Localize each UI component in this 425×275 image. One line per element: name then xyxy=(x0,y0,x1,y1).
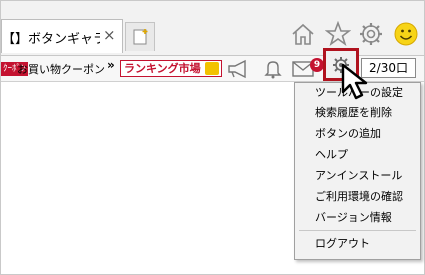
bell-icon[interactable] xyxy=(264,59,282,79)
mouse-cursor-icon xyxy=(341,63,368,100)
menu-item-uninstall[interactable]: アンインストール xyxy=(295,166,420,186)
ranking-label: ランキング市場 xyxy=(124,62,201,75)
smiley-icon[interactable] xyxy=(393,21,419,47)
ranking-button[interactable]: ランキング市場 xyxy=(120,60,222,77)
menu-item-logout[interactable]: ログアウト xyxy=(295,234,420,254)
menu-item-add-button[interactable]: ボタンの追加 xyxy=(295,124,420,144)
tab-title: 【】ボタンギャラリー xyxy=(2,32,100,47)
mail-count-badge: 9 xyxy=(310,58,324,72)
menu-separator xyxy=(299,230,416,231)
browser-tab[interactable]: 【】ボタンギャラリー × xyxy=(1,19,123,53)
star-icon[interactable] xyxy=(325,21,351,47)
tab-strip: 【】ボタンギャラリー × xyxy=(1,1,424,56)
megaphone-icon[interactable] xyxy=(227,59,249,79)
tab-close-icon[interactable]: × xyxy=(103,26,116,44)
menu-item-help[interactable]: ヘルプ xyxy=(295,145,420,165)
menu-item-clear-search-history[interactable]: 検索履歴を削除 xyxy=(295,103,420,123)
new-tab-button[interactable] xyxy=(125,22,155,51)
new-tab-icon xyxy=(133,29,148,45)
settings-dropdown-menu: ツールバーの設定 検索履歴を削除 ボタンの追加 ヘルプ アンインストール ご利用… xyxy=(294,82,421,260)
more-chevron-icon[interactable]: » xyxy=(107,58,115,72)
crown-icon xyxy=(204,62,219,75)
coupon-button[interactable]: お買い物クーポン xyxy=(17,61,105,77)
menu-item-check-environment[interactable]: ご利用環境の確認 xyxy=(295,187,420,207)
gear-icon[interactable] xyxy=(358,21,384,47)
menu-item-version-info[interactable]: バージョン情報 xyxy=(295,208,420,228)
home-icon[interactable] xyxy=(290,21,316,47)
